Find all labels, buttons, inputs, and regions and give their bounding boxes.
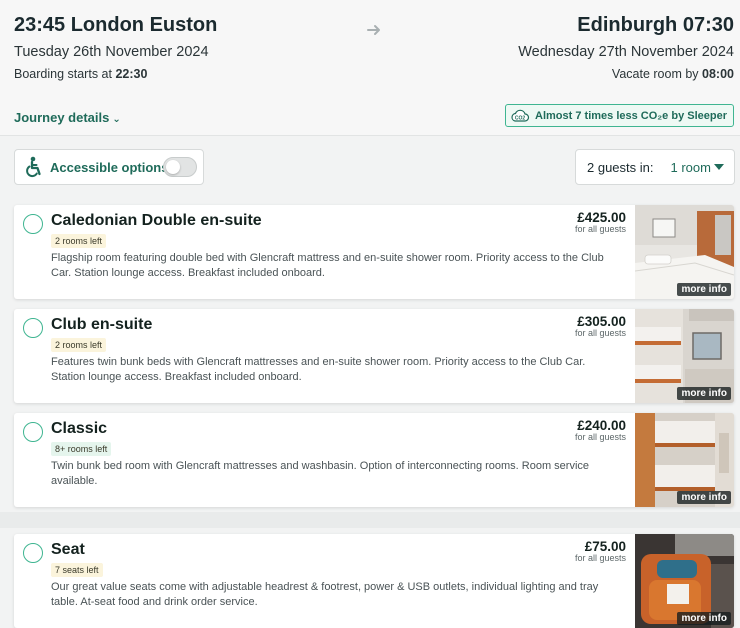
room-description: Features twin bunk beds with Glencraft m…	[51, 356, 586, 383]
guests-rooms-select[interactable]: 2 guests in: 1 room	[575, 149, 735, 185]
more-info-button[interactable]: more info	[677, 612, 731, 625]
price-note: for all guests	[574, 432, 626, 442]
room-photo[interactable]: more info	[635, 534, 734, 628]
room-description: Our great value seats come with adjustab…	[51, 581, 599, 608]
room-price: £240.00	[577, 418, 626, 433]
caret-down-icon	[714, 164, 724, 170]
cloud-co2-icon: CO2	[511, 109, 530, 122]
room-radio[interactable]	[23, 543, 43, 563]
toggle-knob	[166, 160, 180, 174]
room-price: £425.00	[577, 210, 626, 225]
journey-header: 23:45 London Euston Tuesday 26th Novembe…	[0, 0, 740, 136]
arrival-date: Wednesday 27th November 2024	[518, 44, 734, 60]
room-radio[interactable]	[23, 422, 43, 442]
room-option-seat[interactable]: Seat 7 seats left Our great value seats …	[14, 534, 734, 628]
wheelchair-icon	[26, 156, 41, 178]
room-price: £305.00	[577, 314, 626, 329]
departure-date: Tuesday 26th November 2024	[14, 44, 209, 60]
room-photo[interactable]: more info	[635, 205, 734, 299]
co2-icon-label: CO2	[515, 115, 526, 121]
room-description: Twin bunk bed room with Glencraft mattre…	[51, 460, 590, 487]
room-option-caledonian-double[interactable]: Caledonian Double en-suite 2 rooms left …	[14, 205, 734, 299]
room-radio[interactable]	[23, 214, 43, 234]
availability-badge: 8+ rooms left	[51, 442, 112, 456]
room-title: Classic	[51, 420, 108, 437]
boarding-time: 22:30	[115, 67, 148, 81]
room-photo[interactable]: more info	[635, 309, 734, 403]
room-option-club-en-suite[interactable]: Club en-suite 2 rooms left Features twin…	[14, 309, 734, 403]
boarding-info: Boarding starts at 22:30	[14, 67, 147, 81]
arrival-title: Edinburgh 07:30	[577, 14, 734, 36]
co2-message: Almost 7 times less CO₂e by Sleeper	[535, 109, 727, 122]
more-info-button[interactable]: more info	[677, 283, 731, 296]
room-radio[interactable]	[23, 318, 43, 338]
room-title: Club en-suite	[51, 316, 153, 333]
arrow-right-icon	[367, 25, 380, 35]
more-info-button[interactable]: more info	[677, 387, 731, 400]
departure-title: 23:45 London Euston	[14, 14, 218, 36]
journey-details-label: Journey details	[14, 110, 110, 125]
availability-badge: 2 rooms left	[51, 234, 107, 248]
price-note: for all guests	[574, 224, 626, 234]
co2-badge: CO2 Almost 7 times less CO₂e by Sleeper	[505, 104, 734, 127]
more-info-button[interactable]: more info	[677, 491, 731, 504]
room-photo[interactable]: more info	[635, 413, 734, 507]
price-note: for all guests	[574, 328, 626, 338]
guests-label: 2 guests in:	[587, 159, 654, 175]
accessible-options-control[interactable]: Accessible options	[14, 149, 204, 185]
room-price: £75.00	[584, 539, 626, 554]
room-title: Seat	[51, 541, 85, 558]
price-note: for all guests	[574, 553, 626, 563]
availability-badge: 2 rooms left	[51, 338, 107, 352]
vacate-info: Vacate room by 08:00	[612, 67, 734, 81]
vacate-prefix: Vacate room by	[611, 67, 703, 81]
room-description: Flagship room featuring double bed with …	[51, 252, 604, 279]
section-divider	[0, 512, 740, 528]
boarding-prefix: Boarding starts at	[14, 67, 116, 81]
accessible-options-label: Accessible options	[50, 159, 169, 175]
availability-badge: 7 seats left	[51, 563, 103, 577]
vacate-time: 08:00	[702, 67, 734, 81]
room-option-classic[interactable]: Classic 8+ rooms left Twin bunk bed room…	[14, 413, 734, 507]
rooms-value: 1 room	[670, 159, 711, 175]
room-title: Caledonian Double en-suite	[51, 212, 262, 229]
chevron-down-icon: ⌄	[112, 114, 121, 125]
accessible-toggle[interactable]	[163, 157, 197, 177]
journey-details-link[interactable]: Journey details ⌄	[14, 110, 121, 125]
